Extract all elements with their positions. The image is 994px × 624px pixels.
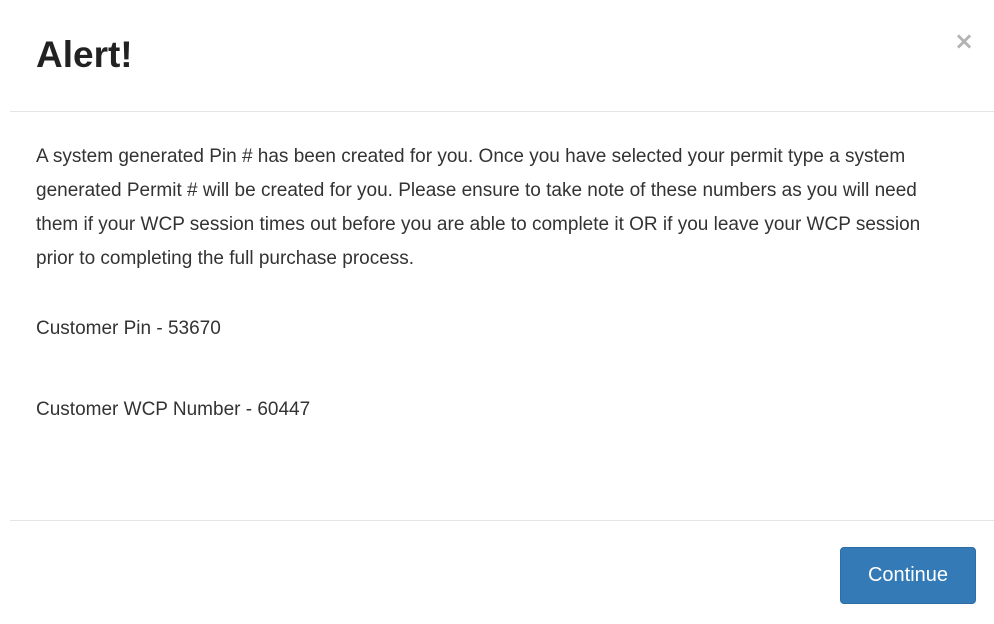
modal-footer: Continue <box>10 520 994 624</box>
modal-title: Alert! <box>36 34 133 75</box>
modal-header: Alert! × <box>10 0 994 112</box>
alert-modal: Alert! × A system generated Pin # has be… <box>0 0 994 624</box>
customer-wcp-number: Customer WCP Number - 60447 <box>36 399 311 420</box>
close-icon[interactable]: × <box>952 28 976 54</box>
modal-body: A system generated Pin # has been create… <box>36 140 956 427</box>
continue-button[interactable]: Continue <box>840 547 976 604</box>
customer-pin: Customer Pin - 53670 <box>36 318 221 339</box>
alert-message: A system generated Pin # has been create… <box>36 146 921 269</box>
